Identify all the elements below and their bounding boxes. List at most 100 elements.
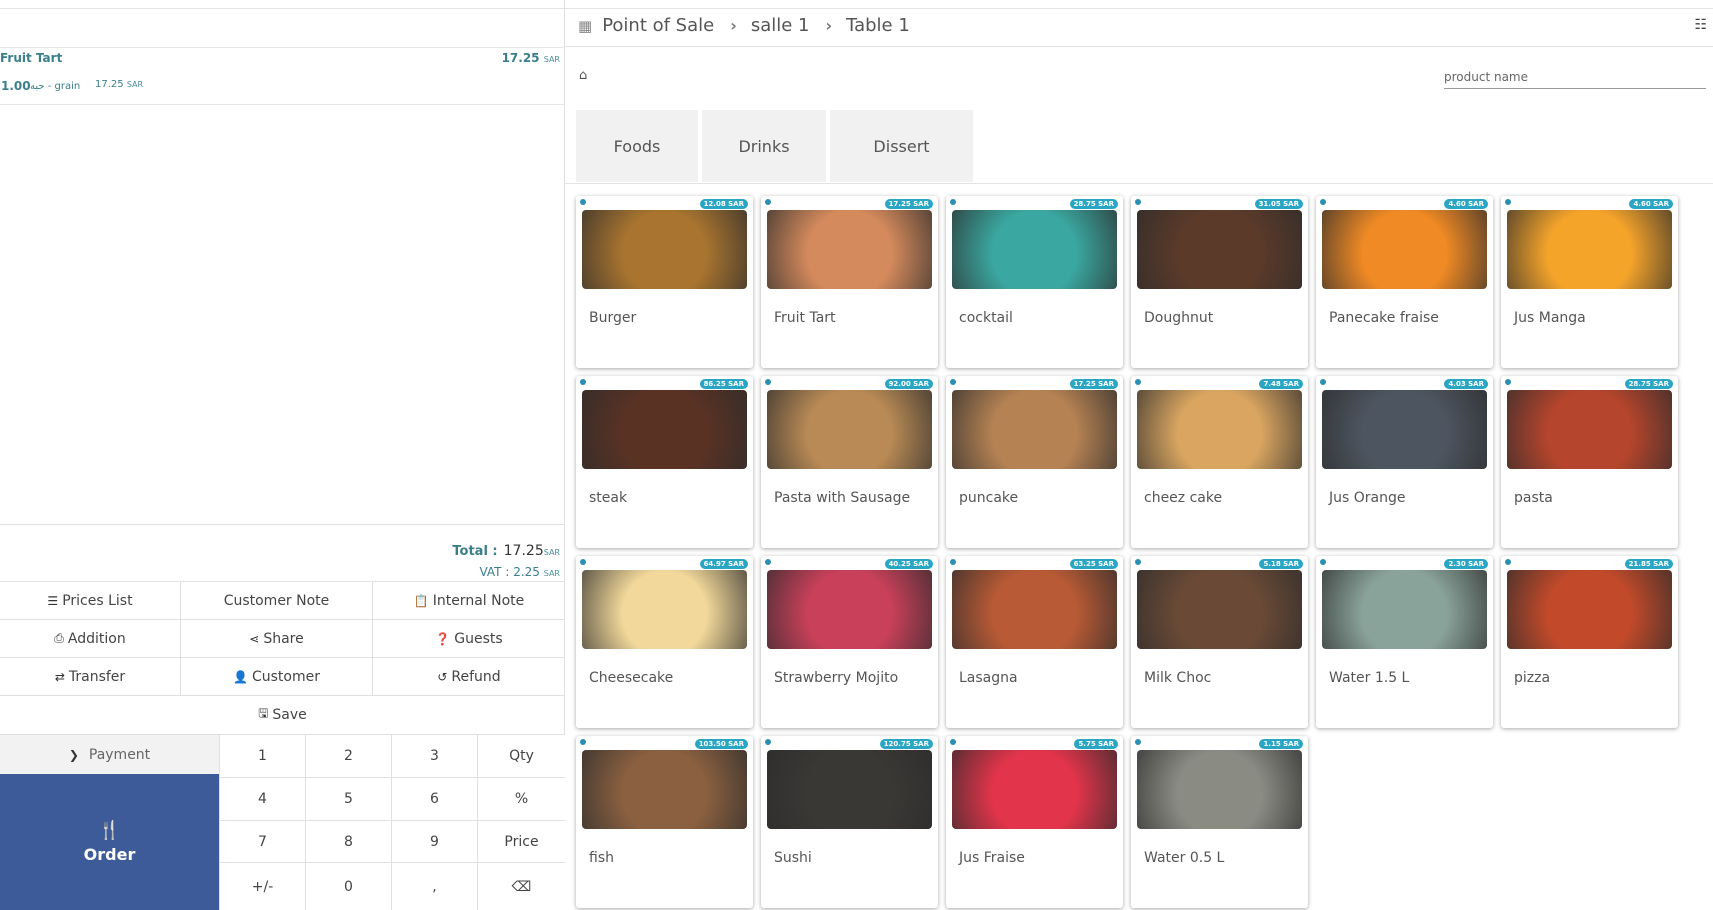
numpad-key[interactable]: 9 [391, 820, 477, 862]
product-card[interactable]: 120.75 SAR Sushi [761, 736, 938, 908]
numpad-key[interactable]: 4 [219, 777, 305, 820]
product-card[interactable]: 5.75 SAR Jus Fraise [946, 736, 1123, 908]
numpad-key[interactable]: 8 [305, 820, 391, 862]
product-card[interactable]: 64.97 SAR Cheesecake [576, 556, 753, 728]
product-card[interactable]: 12.08 SAR Burger [576, 196, 753, 368]
product-card[interactable]: 4.60 SAR Jus Manga [1501, 196, 1678, 368]
product-card[interactable]: 103.50 SAR fish [576, 736, 753, 908]
info-icon[interactable] [1320, 559, 1326, 565]
grid-icon[interactable]: ▦ [578, 17, 592, 35]
info-icon[interactable] [1505, 199, 1511, 205]
numpad-key[interactable]: 1 [219, 734, 305, 777]
product-card[interactable]: 4.03 SAR Jus Orange [1316, 376, 1493, 548]
info-icon[interactable] [580, 379, 586, 385]
info-icon[interactable] [580, 199, 586, 205]
info-icon[interactable] [950, 199, 956, 205]
refund-button[interactable]: ↺ Refund [373, 658, 565, 695]
price-badge: 86.25 SAR [699, 379, 748, 389]
breadcrumb-floor[interactable]: salle 1 [751, 15, 810, 36]
info-icon[interactable] [950, 379, 956, 385]
numpad-key-discount[interactable]: % [477, 777, 565, 820]
info-icon[interactable] [765, 559, 771, 565]
transfer-button[interactable]: ⇄ Transfer [0, 658, 181, 695]
numpad-key-sign[interactable]: +/- [219, 862, 305, 910]
order-button[interactable]: 🍴 Order [0, 774, 219, 910]
customer-button[interactable]: 👤 Customer [181, 658, 373, 695]
breadcrumb-table[interactable]: Table 1 [846, 15, 910, 36]
price-badge: 5.75 SAR [1074, 739, 1118, 749]
product-image [582, 210, 747, 289]
info-icon[interactable] [1135, 199, 1141, 205]
numpad-key[interactable]: 6 [391, 777, 477, 820]
product-card[interactable]: 17.25 SAR puncake [946, 376, 1123, 548]
info-icon[interactable] [765, 739, 771, 745]
numpad-key[interactable]: 0 [305, 862, 391, 910]
info-icon[interactable] [950, 739, 956, 745]
product-image [952, 210, 1117, 289]
category-foods[interactable]: Foods [576, 110, 698, 182]
internal-note-button[interactable]: 📋 Internal Note [373, 582, 565, 619]
payment-button[interactable]: ❯ Payment [0, 734, 219, 774]
category-drinks[interactable]: Drinks [702, 110, 826, 182]
prices-list-button[interactable]: ☰ Prices List [0, 582, 181, 619]
product-image [1137, 390, 1302, 469]
numpad-key-price[interactable]: Price [477, 820, 565, 862]
info-icon[interactable] [1505, 379, 1511, 385]
info-icon[interactable] [950, 559, 956, 565]
info-icon[interactable] [1505, 559, 1511, 565]
product-image [582, 570, 747, 649]
numpad-key-backspace[interactable]: ⌫ [477, 862, 565, 910]
product-search-input[interactable] [1444, 65, 1706, 89]
product-card[interactable]: 4.60 SAR Panecake fraise [1316, 196, 1493, 368]
home-icon[interactable]: ⌂ [579, 68, 587, 83]
save-button[interactable]: 🖫 Save [0, 696, 565, 733]
info-icon[interactable] [1320, 379, 1326, 385]
product-image [767, 210, 932, 289]
search-bar: ⌂ [565, 48, 1713, 106]
product-name: cocktail [959, 310, 1013, 326]
product-card[interactable]: 2.30 SAR Water 1.5 L [1316, 556, 1493, 728]
product-card[interactable]: 92.00 SAR Pasta with Sausage [761, 376, 938, 548]
guests-button[interactable]: ❓ Guests [373, 620, 565, 657]
numpad-key-qty[interactable]: Qty [477, 734, 565, 777]
product-name: Jus Orange [1329, 490, 1406, 506]
product-card[interactable]: 31.05 SAR Doughnut [1131, 196, 1308, 368]
list-view-icon[interactable]: ☷ [1694, 17, 1707, 33]
addition-button[interactable]: ⎙ Addition [0, 620, 181, 657]
cutlery-icon: 🍴 [98, 820, 121, 841]
info-icon[interactable] [580, 559, 586, 565]
numpad-key-decimal[interactable]: , [391, 862, 477, 910]
product-card[interactable]: 17.25 SAR Fruit Tart [761, 196, 938, 368]
product-card[interactable]: 40.25 SAR Strawberry Mojito [761, 556, 938, 728]
product-card[interactable]: 28.75 SAR pasta [1501, 376, 1678, 548]
product-image [1507, 390, 1672, 469]
product-name: Strawberry Mojito [774, 670, 899, 686]
category-dissert[interactable]: Dissert [830, 110, 973, 182]
numpad-key[interactable]: 2 [305, 734, 391, 777]
product-card[interactable]: 63.25 SAR Lasagna [946, 556, 1123, 728]
info-icon[interactable] [1135, 379, 1141, 385]
info-icon[interactable] [765, 379, 771, 385]
product-image [1137, 210, 1302, 289]
customer-note-button[interactable]: Customer Note [181, 582, 373, 619]
product-card[interactable]: 5.18 SAR Milk Choc [1131, 556, 1308, 728]
info-icon[interactable] [1320, 199, 1326, 205]
product-card[interactable]: 86.25 SAR steak [576, 376, 753, 548]
share-button[interactable]: ⋖ Share [181, 620, 373, 657]
product-card[interactable]: 21.85 SAR pizza [1501, 556, 1678, 728]
product-card[interactable]: 1.15 SAR Water 0.5 L [1131, 736, 1308, 908]
price-badge: 64.97 SAR [699, 559, 748, 569]
breadcrumb-pos[interactable]: Point of Sale [602, 15, 714, 36]
info-icon[interactable] [765, 199, 771, 205]
order-totals: Total :17.25SAR VAT : 2.25 SAR [0, 524, 565, 581]
info-icon[interactable] [1135, 739, 1141, 745]
order-line[interactable]: Fruit Tart 17.25 SAR 1.00 حبه - grain 17… [0, 47, 565, 105]
info-icon[interactable] [580, 739, 586, 745]
product-card[interactable]: 7.48 SAR cheez cake [1131, 376, 1308, 548]
numpad-key[interactable]: 3 [391, 734, 477, 777]
numpad-key[interactable]: 5 [305, 777, 391, 820]
numpad-key[interactable]: 7 [219, 820, 305, 862]
info-icon[interactable] [1135, 559, 1141, 565]
product-image [1322, 210, 1487, 289]
product-card[interactable]: 28.75 SAR cocktail [946, 196, 1123, 368]
